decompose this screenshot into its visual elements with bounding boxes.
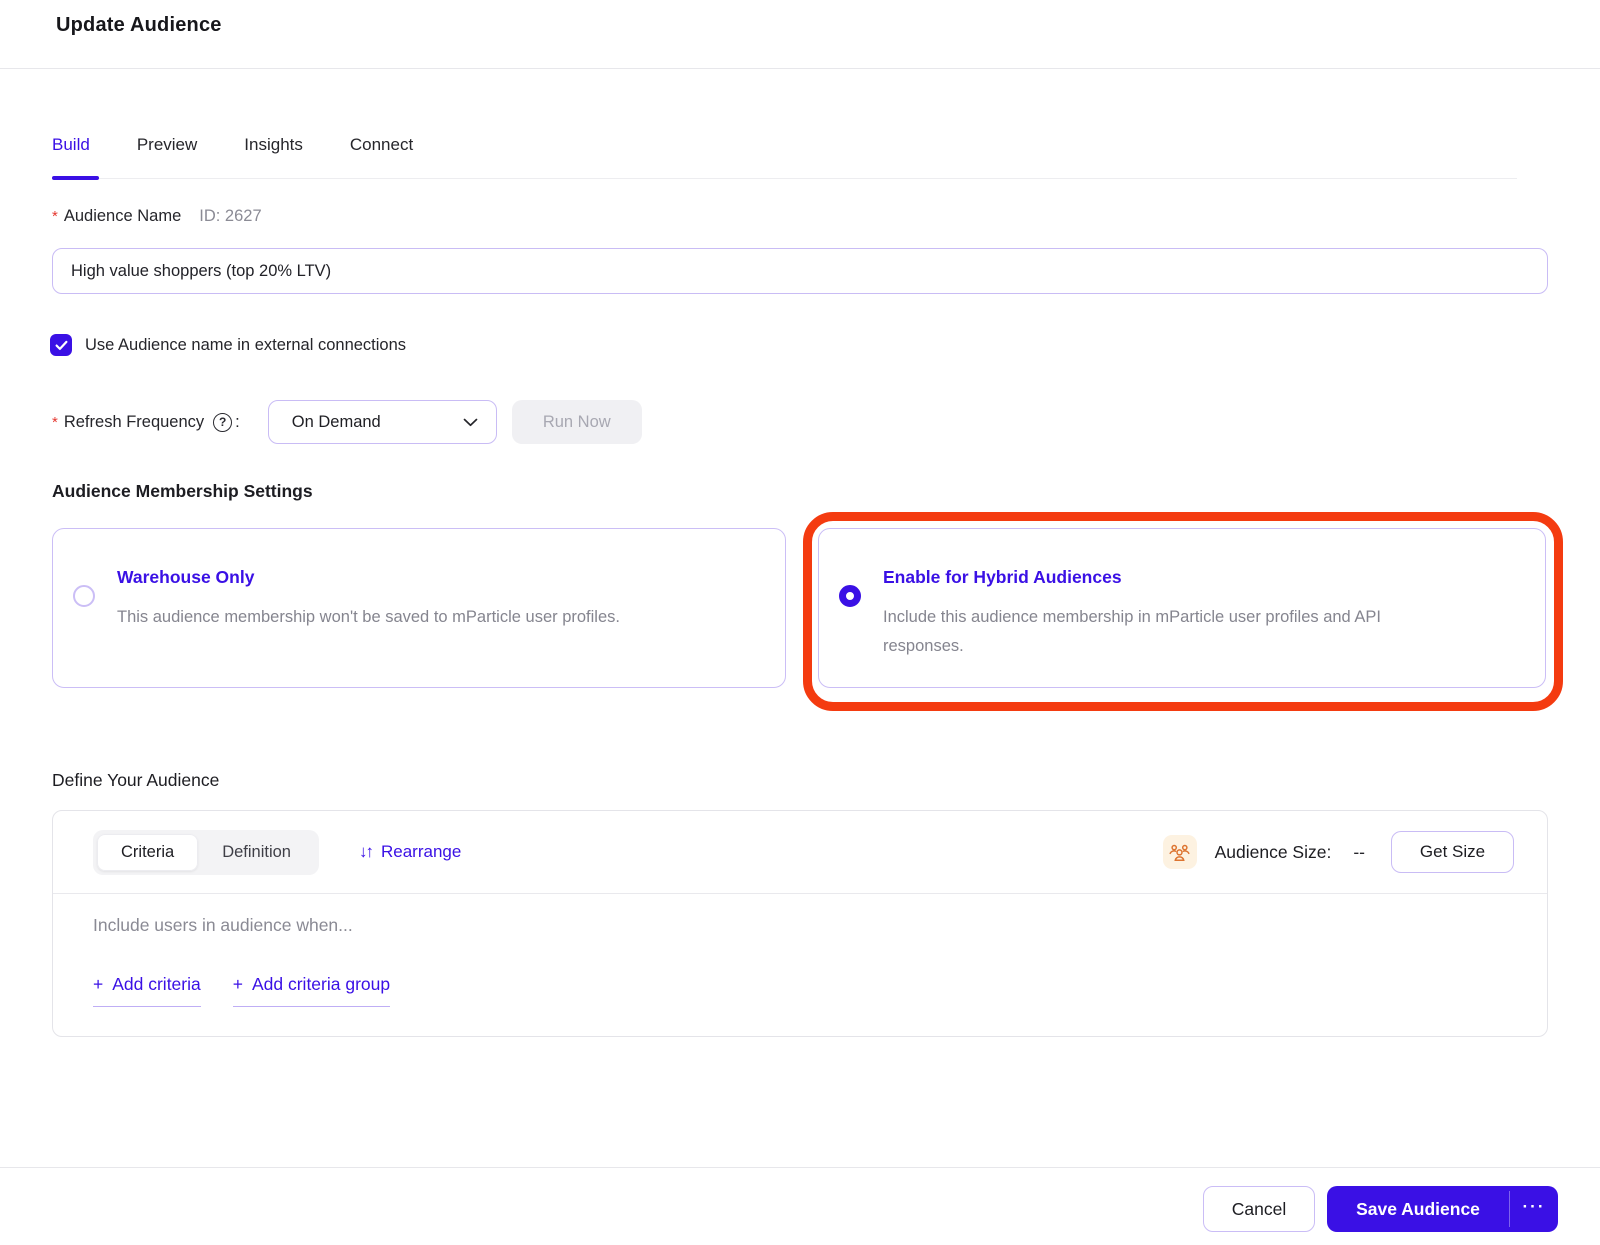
audience-name-input[interactable] xyxy=(52,248,1548,294)
warehouse-only-description: This audience membership won't be saved … xyxy=(117,603,620,632)
tab-insights[interactable]: Insights xyxy=(244,135,303,155)
cancel-button[interactable]: Cancel xyxy=(1203,1186,1315,1232)
chevron-down-icon xyxy=(463,418,478,427)
hybrid-audiences-radio[interactable] xyxy=(839,585,861,607)
criteria-empty-hint: Include users in audience when... xyxy=(93,915,353,936)
add-criteria-links-row: + Add criteria + Add criteria group xyxy=(93,974,390,1007)
add-criteria-group-button[interactable]: + Add criteria group xyxy=(233,974,390,1007)
tab-rule xyxy=(52,178,1517,179)
external-name-row: Use Audience name in external connection… xyxy=(50,334,406,356)
criteria-panel-header: Criteria Definition ↓↑ Rearrange Audienc… xyxy=(53,811,1547,894)
rearrange-label: Rearrange xyxy=(381,842,461,862)
tab-preview[interactable]: Preview xyxy=(137,135,197,155)
footer-divider xyxy=(0,1167,1600,1168)
plus-icon: + xyxy=(93,974,103,995)
plus-icon: + xyxy=(233,974,243,995)
refresh-frequency-colon: : xyxy=(235,413,240,432)
audience-id-text: ID: 2627 xyxy=(199,207,261,226)
define-audience-heading: Define Your Audience xyxy=(52,770,219,791)
refresh-frequency-selected-value: On Demand xyxy=(292,413,381,432)
toggle-definition[interactable]: Definition xyxy=(198,834,315,871)
rearrange-arrows-icon: ↓↑ xyxy=(359,842,372,862)
refresh-frequency-dropdown[interactable]: On Demand xyxy=(268,400,497,444)
audience-name-label-row: * Audience Name ID: 2627 xyxy=(52,207,262,226)
refresh-frequency-label: Refresh Frequency xyxy=(64,413,204,432)
people-group-icon xyxy=(1169,843,1190,862)
active-tab-indicator xyxy=(52,176,99,180)
audience-size-label: Audience Size: xyxy=(1215,842,1332,863)
page-title: Update Audience xyxy=(56,14,222,37)
add-criteria-label: Add criteria xyxy=(112,974,201,995)
add-criteria-button[interactable]: + Add criteria xyxy=(93,974,201,1007)
audience-size-value: -- xyxy=(1353,842,1365,863)
required-marker: * xyxy=(52,414,58,431)
hybrid-audiences-description: Include this audience membership in mPar… xyxy=(883,603,1453,661)
warehouse-only-radio[interactable] xyxy=(73,585,95,607)
warehouse-only-option-card[interactable]: Warehouse Only This audience membership … xyxy=(52,528,786,688)
membership-settings-heading: Audience Membership Settings xyxy=(52,481,313,502)
run-now-button[interactable]: Run Now xyxy=(512,400,642,444)
toggle-criteria[interactable]: Criteria xyxy=(97,834,198,871)
tab-connect[interactable]: Connect xyxy=(350,135,413,155)
hybrid-audiences-title: Enable for Hybrid Audiences xyxy=(883,567,1122,588)
check-icon xyxy=(55,340,68,351)
external-name-checkbox-label: Use Audience name in external connection… xyxy=(85,336,406,355)
audience-name-label: Audience Name xyxy=(64,207,181,226)
tab-build[interactable]: Build xyxy=(52,135,90,155)
header-divider xyxy=(0,68,1600,69)
hybrid-audiences-option-card[interactable]: Enable for Hybrid Audiences Include this… xyxy=(818,528,1546,688)
refresh-frequency-row: * Refresh Frequency ? : On Demand Run No… xyxy=(52,400,642,444)
save-split-button: Save Audience ··· xyxy=(1327,1186,1558,1232)
criteria-definition-toggle: Criteria Definition xyxy=(93,830,319,875)
required-marker: * xyxy=(52,208,58,225)
rearrange-button[interactable]: ↓↑ Rearrange xyxy=(359,842,461,862)
warehouse-only-title: Warehouse Only xyxy=(117,567,254,588)
tab-bar: Build Preview Insights Connect xyxy=(52,135,413,155)
update-audience-modal: Update Audience Build Preview Insights C… xyxy=(0,0,1600,1245)
add-criteria-group-label: Add criteria group xyxy=(252,974,390,995)
external-name-checkbox[interactable] xyxy=(50,334,72,356)
audience-criteria-panel: Criteria Definition ↓↑ Rearrange Audienc… xyxy=(52,810,1548,1037)
save-more-options-button[interactable]: ··· xyxy=(1510,1186,1558,1232)
get-size-button[interactable]: Get Size xyxy=(1391,831,1514,873)
audience-size-icon-box xyxy=(1163,835,1197,869)
save-audience-button[interactable]: Save Audience xyxy=(1327,1186,1509,1232)
help-icon[interactable]: ? xyxy=(213,413,232,432)
